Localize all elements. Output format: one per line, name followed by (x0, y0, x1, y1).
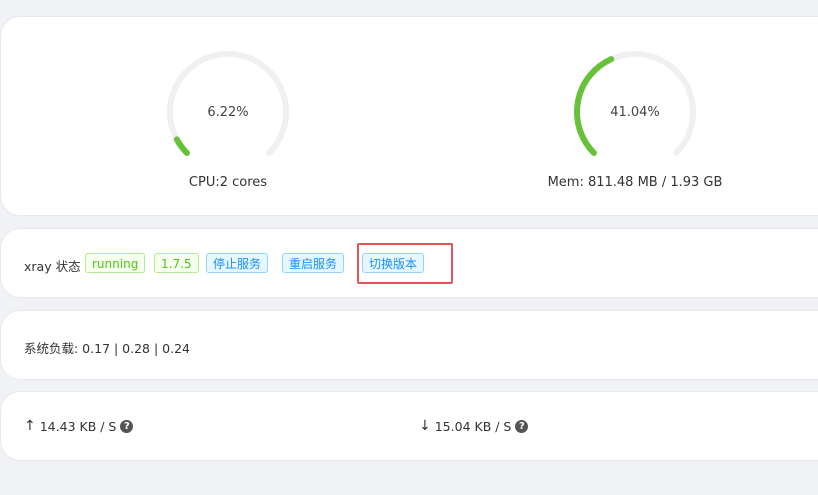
cpu-percent: 6.22% (207, 104, 249, 120)
xray-running-badge: running (85, 253, 146, 273)
download-speed-value: 15.04 KB / S (434, 418, 512, 434)
resource-gauges-card: 6.22% CPU:2 cores 41.04% Mem: 811.48 MB … (0, 16, 818, 216)
switch-version-highlight (357, 243, 453, 284)
cpu-caption: CPU:2 cores (188, 175, 268, 190)
xray-status-label: xray 状态 (24, 259, 81, 274)
memory-gauge: 41.04% (565, 42, 705, 182)
memory-percent: 41.04% (610, 104, 660, 120)
arrow-up-icon: ↑ (24, 418, 36, 434)
upload-speed: ↑ 14.43 KB / S ? (24, 418, 134, 434)
download-speed: ↓ 15.04 KB / S ? (419, 418, 529, 434)
stop-service-button[interactable]: 停止服务 (206, 253, 269, 273)
help-icon[interactable]: ? (120, 419, 134, 433)
restart-service-button[interactable]: 重启服务 (282, 253, 345, 273)
memory-caption: Mem: 811.48 MB / 1.93 GB (547, 175, 723, 190)
help-icon[interactable]: ? (515, 419, 529, 433)
arrow-down-icon: ↓ (419, 418, 431, 434)
system-load-card: 系统负载: 0.17 | 0.28 | 0.24 (0, 310, 818, 380)
xray-version-badge: 1.7.5 (154, 253, 199, 273)
network-speed-card: ↑ 14.43 KB / S ? ↓ 15.04 KB / S ? (0, 391, 818, 461)
upload-speed-value: 14.43 KB / S (39, 418, 117, 434)
cpu-gauge: 6.22% (158, 42, 298, 182)
system-load-text: 系统负载: 0.17 | 0.28 | 0.24 (24, 341, 190, 356)
